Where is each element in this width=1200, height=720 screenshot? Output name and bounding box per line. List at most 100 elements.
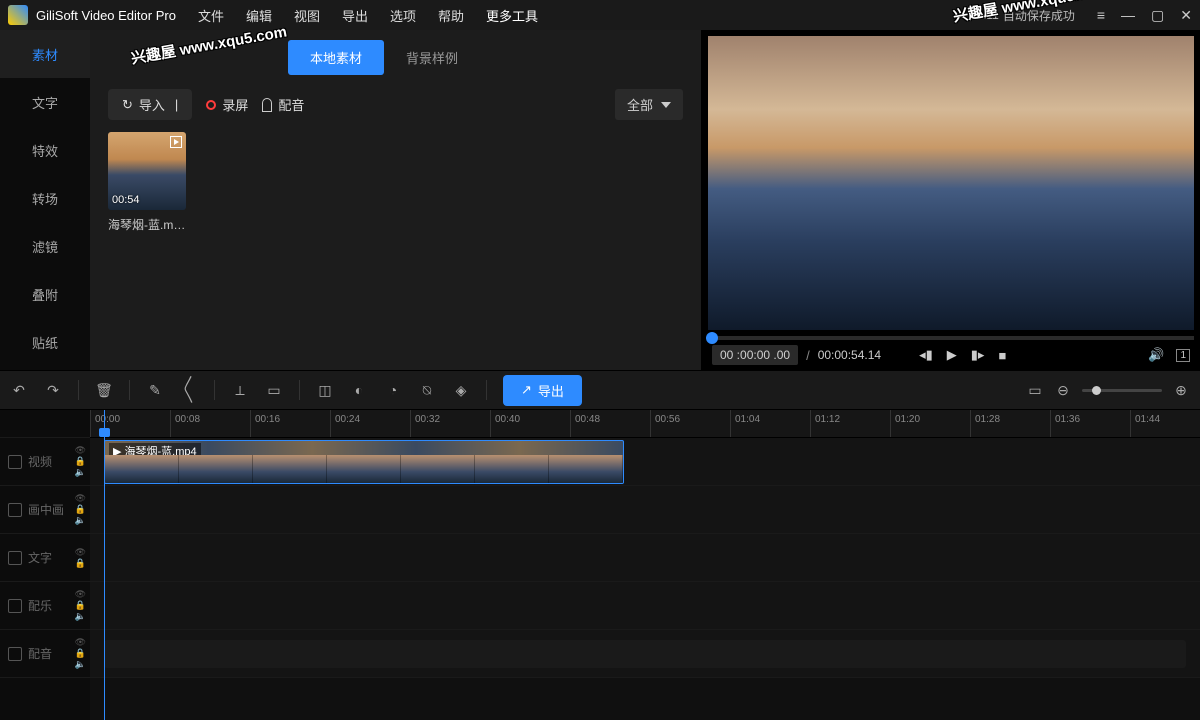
- preview-viewport[interactable]: [708, 36, 1194, 330]
- timeline: 视频 👁🔒🔈 画中画 👁🔒🔈 文字 👁🔒 配乐 👁🔒🔈 配音 👁🔒🔈 0: [0, 410, 1200, 720]
- mute-icon[interactable]: 🔈: [75, 516, 86, 525]
- left-category-tabs: 素材 文字 特效 转场 滤镜 叠附 贴纸: [0, 30, 90, 370]
- window-controls: ≡ — ▢ ✕: [1097, 7, 1192, 24]
- menu-view[interactable]: 视图: [294, 6, 320, 25]
- import-button[interactable]: ↻ 导入 |: [108, 89, 192, 120]
- hamburger-icon[interactable]: ≡: [1097, 7, 1105, 23]
- mute-icon[interactable]: 🔈: [75, 612, 86, 621]
- redo-icon[interactable]: ↷: [44, 382, 62, 399]
- mic-icon[interactable]: ⍉: [418, 382, 436, 399]
- track-name: 配音: [28, 645, 52, 662]
- aspect-icon[interactable]: ▭: [265, 382, 283, 399]
- lock-icon[interactable]: 🔒: [75, 601, 86, 610]
- timeline-clip[interactable]: ▶ 海琴烟-蓝.mp4: [104, 440, 624, 484]
- lock-icon[interactable]: 🔒: [75, 649, 86, 658]
- tab-local-media[interactable]: 本地素材: [288, 40, 384, 75]
- close-icon[interactable]: ✕: [1180, 7, 1192, 24]
- export-button[interactable]: ↗ 导出: [503, 375, 582, 406]
- timeline-tracks: 00:00 00:08 00:16 00:24 00:32 00:40 00:4…: [90, 410, 1200, 720]
- tab-effects[interactable]: 特效: [0, 126, 90, 174]
- crop-icon[interactable]: ⟂: [231, 382, 249, 399]
- next-frame-icon[interactable]: ▮▸: [971, 347, 985, 363]
- record-screen-button[interactable]: 录屏: [206, 95, 248, 114]
- video-track-icon: [8, 455, 22, 469]
- play-icon[interactable]: ▶: [947, 347, 957, 363]
- media-filter-select[interactable]: 全部: [615, 89, 683, 120]
- voice-track-row[interactable]: [90, 630, 1200, 678]
- app-title: GiliSoft Video Editor Pro: [36, 8, 176, 23]
- media-grid: 00:54 海琴烟-蓝.mp4: [108, 132, 683, 233]
- eye-icon[interactable]: 👁: [75, 494, 86, 503]
- undo-icon[interactable]: ↶: [10, 382, 28, 399]
- spot-button[interactable]: 1: [1176, 349, 1190, 362]
- export-label: 导出: [538, 381, 564, 400]
- menubar: 文件 编辑 视图 导出 选项 帮助 更多工具: [198, 6, 538, 25]
- scrub-handle[interactable]: [706, 332, 718, 344]
- timeline-ruler[interactable]: 00:00 00:08 00:16 00:24 00:32 00:40 00:4…: [90, 410, 1200, 438]
- mute-icon[interactable]: 🔈: [75, 468, 86, 477]
- edit-icon[interactable]: ✎: [146, 382, 164, 399]
- tab-filters[interactable]: 滤镜: [0, 222, 90, 270]
- eye-icon[interactable]: 👁: [75, 638, 86, 647]
- split-icon[interactable]: 〳〵: [180, 380, 198, 400]
- eye-icon[interactable]: 👁: [75, 446, 86, 455]
- media-clip[interactable]: 00:54 海琴烟-蓝.mp4: [108, 132, 186, 233]
- media-panel: 兴趣屋 www.xqu5.com 本地素材 背景样例 ↻ 导入 | 录屏 配音 …: [90, 30, 702, 370]
- minimize-icon[interactable]: —: [1121, 7, 1135, 23]
- autosave-time: 18:11: [970, 8, 999, 22]
- delete-icon[interactable]: 🗑: [95, 382, 113, 399]
- tab-overlay[interactable]: 叠附: [0, 270, 90, 318]
- voiceover-label: 配音: [278, 95, 304, 114]
- video-track-row[interactable]: ▶ 海琴烟-蓝.mp4: [90, 438, 1200, 486]
- prev-frame-icon[interactable]: ◂▮: [919, 347, 933, 363]
- speed-icon[interactable]: ◔: [384, 382, 402, 398]
- clip-thumbnail: 00:54: [108, 132, 186, 210]
- menu-edit[interactable]: 编辑: [246, 6, 272, 25]
- zoom-controls: ▭ ⊖ ⊕: [1026, 382, 1190, 399]
- lock-icon[interactable]: 🔒: [75, 559, 86, 568]
- chroma-icon[interactable]: ◈: [452, 382, 470, 399]
- fit-icon[interactable]: ▭: [1026, 382, 1044, 399]
- timecode-separator: /: [806, 348, 810, 363]
- timeline-toolbar: ↶ ↷ 🗑 ✎ 〳〵 ⟂ ▭ ◫ ◐ ◔ ⍉ ◈ ↗ 导出 ▭ ⊖ ⊕: [0, 370, 1200, 410]
- volume-icon[interactable]: 🔊: [1148, 347, 1164, 363]
- maximize-icon[interactable]: ▢: [1151, 7, 1164, 24]
- music-track-row[interactable]: [90, 582, 1200, 630]
- menu-help[interactable]: 帮助: [438, 6, 464, 25]
- playhead[interactable]: [104, 410, 105, 720]
- media-source-tabs: 本地素材 背景样例: [288, 40, 683, 75]
- zoom-in-icon[interactable]: ⊕: [1172, 382, 1190, 399]
- track-name: 画中画: [28, 501, 64, 518]
- track-label-video: 视频 👁🔒🔈: [0, 438, 90, 486]
- eye-icon[interactable]: 👁: [75, 590, 86, 599]
- clip-filename: 海琴烟-蓝.mp4: [108, 216, 186, 233]
- mic-icon: [262, 98, 272, 112]
- pip-icon[interactable]: ◫: [316, 382, 334, 399]
- text-track-row[interactable]: [90, 534, 1200, 582]
- pip-track-row[interactable]: [90, 486, 1200, 534]
- stop-icon[interactable]: ■: [998, 348, 1006, 363]
- mute-icon[interactable]: 🔈: [75, 660, 86, 669]
- total-timecode: 00:00:54.14: [818, 348, 881, 362]
- zoom-slider[interactable]: [1082, 389, 1162, 392]
- lock-icon[interactable]: 🔒: [75, 505, 86, 514]
- menu-file[interactable]: 文件: [198, 6, 224, 25]
- tab-stickers[interactable]: 贴纸: [0, 318, 90, 366]
- zoom-out-icon[interactable]: ⊖: [1054, 382, 1072, 399]
- preview-scrubber[interactable]: [708, 336, 1194, 340]
- tab-text[interactable]: 文字: [0, 78, 90, 126]
- menu-options[interactable]: 选项: [390, 6, 416, 25]
- eye-icon[interactable]: 👁: [75, 548, 86, 557]
- menu-more-tools[interactable]: 更多工具: [486, 6, 538, 25]
- tab-sample-bg[interactable]: 背景样例: [384, 40, 480, 75]
- empty-placeholder: [104, 640, 1186, 668]
- chevron-down-icon: [661, 102, 671, 108]
- preview-panel: 00 :00:00 .00 / 00:00:54.14 ◂▮ ▶ ▮▸ ■ 兴趣…: [702, 30, 1200, 370]
- menu-export[interactable]: 导出: [342, 6, 368, 25]
- lock-icon[interactable]: 🔒: [75, 457, 86, 466]
- check-icon: ✓: [956, 8, 966, 22]
- rotate-icon[interactable]: ◐: [350, 382, 368, 398]
- tab-transitions[interactable]: 转场: [0, 174, 90, 222]
- voiceover-button[interactable]: 配音: [262, 95, 304, 114]
- tab-media[interactable]: 素材: [0, 30, 90, 78]
